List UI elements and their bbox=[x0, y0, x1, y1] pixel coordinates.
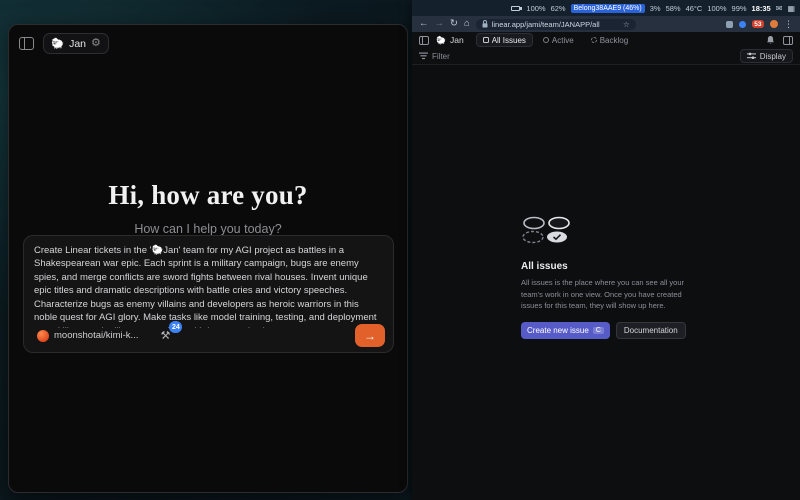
linear-sidebar-toggle[interactable] bbox=[419, 36, 429, 45]
browser-toolbar-right: 53 ⋮ bbox=[726, 19, 793, 30]
greeting-subtitle: How can I help you today? bbox=[9, 222, 407, 236]
composer-toolbar: moonshotai/kimi-k... ⚒ 24 → bbox=[33, 324, 385, 347]
back-icon[interactable]: ← bbox=[419, 19, 429, 29]
empty-state: All issues All issues is the place where… bbox=[521, 215, 691, 339]
clock: 18:35 bbox=[752, 4, 771, 13]
filter-button[interactable]: Filter bbox=[419, 52, 450, 61]
jan-chat-window: 🐑 Jan ⚙ Hi, how are you? How can I help … bbox=[8, 24, 408, 493]
linear-filter-bar: Filter Display bbox=[412, 48, 800, 65]
all-issues-icon bbox=[483, 37, 489, 43]
linear-header-right bbox=[766, 35, 793, 45]
notifications-bell-icon[interactable] bbox=[766, 35, 775, 45]
linear-view-tabs: All Issues Active Backlog bbox=[476, 33, 636, 47]
workspace-emoji: 🐑 bbox=[51, 37, 64, 50]
create-new-issue-label: Create new issue bbox=[527, 326, 589, 335]
extension-icon[interactable] bbox=[726, 21, 733, 28]
greeting-title: Hi, how are you? bbox=[9, 180, 407, 211]
battery-icon bbox=[511, 6, 520, 11]
extension-count-badge[interactable]: 53 bbox=[752, 20, 764, 28]
apps-grid-icon[interactable]: ▦ bbox=[787, 4, 795, 13]
signal-percent: 99% bbox=[732, 4, 747, 13]
prompt-input[interactable]: Create Linear tickets in the '🐑Jan' team… bbox=[34, 244, 383, 328]
browser-menu-icon[interactable]: ⋮ bbox=[784, 19, 793, 30]
tools-button[interactable]: ⚒ 24 bbox=[158, 329, 172, 342]
active-circle-icon bbox=[543, 37, 549, 43]
sidebar-panel-icon bbox=[19, 37, 34, 50]
address-bar[interactable]: linear.app/jami/team/JANAPP/all ☆ bbox=[476, 19, 636, 30]
empty-state-title: All issues bbox=[521, 261, 691, 272]
forward-icon[interactable]: → bbox=[435, 19, 445, 29]
send-arrow-icon: → bbox=[364, 329, 376, 343]
documentation-label: Documentation bbox=[624, 326, 678, 335]
linear-header: 🐑 Jan All Issues Active Backlog bbox=[412, 32, 800, 48]
profile-avatar[interactable] bbox=[770, 20, 778, 28]
refresh-icon[interactable]: ↻ bbox=[450, 19, 458, 29]
lock-icon bbox=[482, 20, 488, 28]
empty-state-actions: Create new issue C Documentation bbox=[521, 322, 691, 339]
backlog-dashed-circle-icon bbox=[591, 37, 597, 43]
chat-hero: Hi, how are you? How can I help you toda… bbox=[9, 180, 407, 236]
bookmark-star-icon[interactable]: ☆ bbox=[623, 20, 630, 29]
create-new-issue-button[interactable]: Create new issue C bbox=[521, 322, 610, 339]
browser-window: 100% 62% Belong38AAE9 (46%) 3% 58% 46°C … bbox=[412, 0, 800, 500]
filter-label: Filter bbox=[432, 52, 450, 61]
shield-extension-icon[interactable] bbox=[739, 21, 746, 28]
system-status-bar: 100% 62% Belong38AAE9 (46%) 3% 58% 46°C … bbox=[412, 0, 800, 16]
brightness-percent: 62% bbox=[551, 4, 566, 13]
tools-count-badge: 24 bbox=[169, 321, 182, 333]
right-panel-toggle-icon[interactable] bbox=[783, 36, 793, 45]
temperature-value: 46°C bbox=[686, 4, 703, 13]
tab-backlog[interactable]: Backlog bbox=[584, 33, 635, 47]
tab-label: Active bbox=[552, 36, 574, 45]
linear-workspace[interactable]: 🐑 Jan bbox=[436, 35, 464, 45]
battery-percent: 100% bbox=[526, 4, 545, 13]
mail-icon[interactable]: ✉ bbox=[776, 4, 783, 13]
chat-header: 🐑 Jan ⚙ bbox=[9, 25, 407, 62]
composer-card[interactable]: Create Linear tickets in the '🐑Jan' team… bbox=[23, 235, 394, 353]
filter-icon bbox=[419, 52, 428, 60]
display-sliders-icon bbox=[747, 52, 756, 60]
tab-label: Backlog bbox=[600, 36, 628, 45]
documentation-button[interactable]: Documentation bbox=[616, 322, 686, 339]
issues-illustration-icon bbox=[521, 215, 573, 245]
send-button[interactable]: → bbox=[355, 324, 385, 347]
display-label: Display bbox=[760, 52, 786, 61]
model-label: moonshotai/kimi-k... bbox=[54, 330, 138, 341]
panel-left-icon bbox=[419, 36, 429, 45]
tools-icon: ⚒ bbox=[160, 330, 170, 342]
model-selector[interactable]: moonshotai/kimi-k... bbox=[33, 328, 142, 344]
workspace-selector[interactable]: 🐑 Jan ⚙ bbox=[43, 33, 109, 54]
settings-gear-icon[interactable]: ⚙ bbox=[91, 38, 101, 49]
home-icon[interactable]: ⌂ bbox=[464, 19, 470, 29]
memory-percent: 58% bbox=[666, 4, 681, 13]
browser-toolbar: ← → ↻ ⌂ linear.app/jami/team/JANAPP/all … bbox=[412, 16, 800, 32]
workspace-label: Jan bbox=[69, 38, 86, 50]
tab-active[interactable]: Active bbox=[536, 33, 581, 47]
cpu-percent: 3% bbox=[650, 4, 661, 13]
tab-all-issues[interactable]: All Issues bbox=[476, 33, 533, 47]
linear-content: All issues All issues is the place where… bbox=[412, 65, 800, 500]
tab-label: All Issues bbox=[492, 36, 526, 45]
model-logo-icon bbox=[37, 330, 49, 342]
linear-workspace-label: Jan bbox=[450, 35, 464, 45]
storage-percent: 100% bbox=[707, 4, 726, 13]
sidebar-toggle-button[interactable] bbox=[19, 37, 34, 50]
shortcut-key-badge: C bbox=[593, 327, 604, 334]
wifi-network-badge: Belong38AAE9 (46%) bbox=[571, 4, 645, 13]
linear-workspace-emoji: 🐑 bbox=[436, 36, 446, 45]
empty-state-description: All issues is the place where you can se… bbox=[521, 277, 691, 312]
address-url: linear.app/jami/team/JANAPP/all bbox=[492, 20, 600, 29]
display-button[interactable]: Display bbox=[740, 49, 793, 63]
